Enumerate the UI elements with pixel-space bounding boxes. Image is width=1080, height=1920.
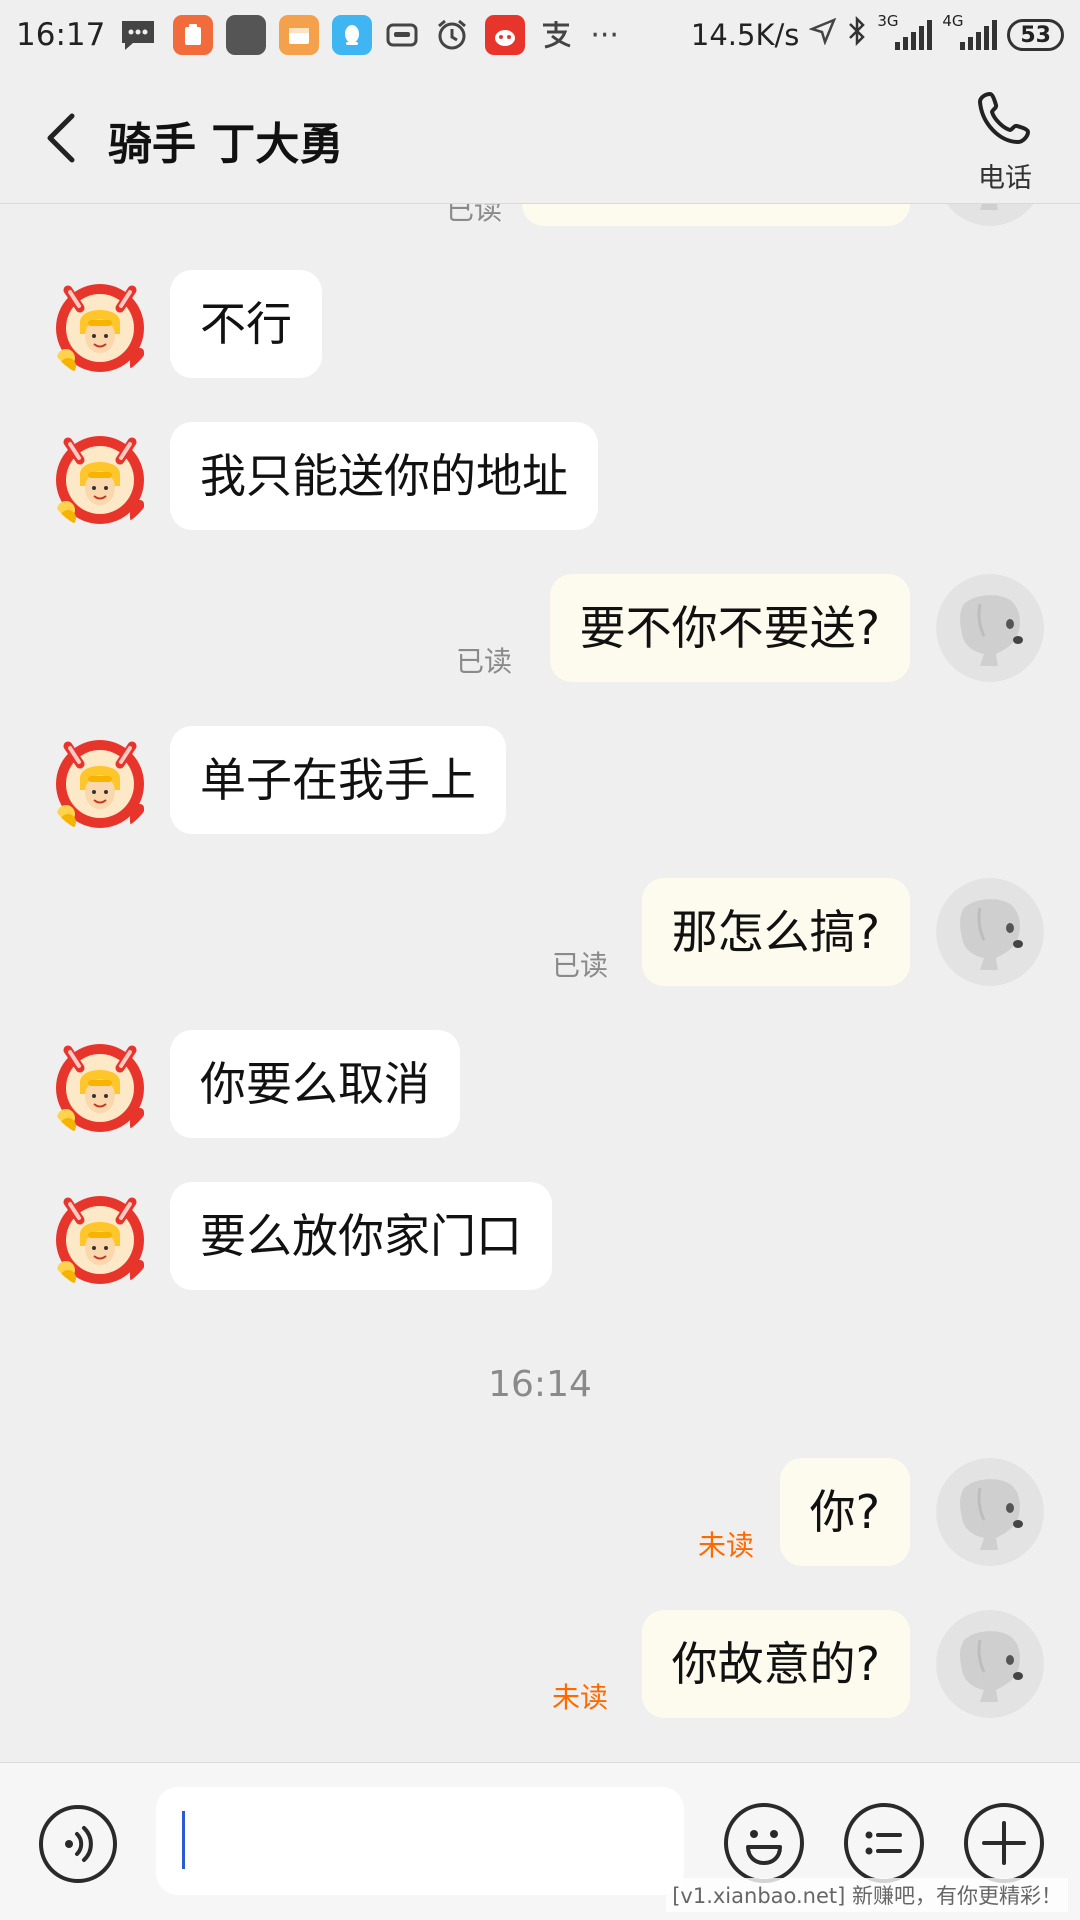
alarm-icon <box>435 18 469 52</box>
sim1-network-type: 3G <box>877 12 899 30</box>
rider-avatar-icon <box>56 284 144 374</box>
input-bar: [v1.xianbao.net] 新赚吧，有你更精彩！ <box>0 1762 1080 1920</box>
dog-avatar-icon <box>936 1458 1044 1566</box>
unread-receipt: 未读 <box>551 1681 608 1714</box>
message-row-outgoing: 未读 你故意的? <box>0 1610 1080 1720</box>
message-row-outgoing: 已读 那怎么搞? <box>0 878 1080 988</box>
emoji-button[interactable] <box>724 1803 804 1883</box>
message-bubble-outgoing[interactable]: 要不你不要送? <box>549 574 910 682</box>
message-icon <box>119 18 157 52</box>
message-bubble-incoming[interactable]: 单子在我手上 <box>170 726 506 834</box>
rider-avatar-icon <box>56 1196 144 1286</box>
message-timestamp: 16:14 <box>488 1364 592 1405</box>
message-row-outgoing: 已读 要不你不要送? <box>0 574 1080 684</box>
status-bar: 16:17 ··· 14.5K/s 3G 4G 53 <box>0 0 1080 70</box>
back-button[interactable] <box>40 110 84 166</box>
message-row-outgoing: 未读 你? <box>0 1458 1080 1568</box>
watermark: [v1.xianbao.net] 新赚吧，有你更精彩！ <box>666 1878 1068 1912</box>
smiley-icon <box>746 1830 782 1865</box>
sim2-network-type: 4G <box>942 12 964 30</box>
qq-icon <box>332 15 373 55</box>
more-options-button[interactable] <box>964 1803 1044 1883</box>
bluetooth-icon <box>847 15 867 55</box>
message-row-incoming: 单子在我手上 <box>0 726 1080 836</box>
voice-button[interactable] <box>39 1805 117 1883</box>
message-row-incoming: 要么放你家门口 <box>0 1182 1080 1292</box>
message-row-incoming: 你要么取消 <box>0 1030 1080 1140</box>
rider-avatar[interactable] <box>46 1182 154 1290</box>
plus-icon <box>982 1821 1026 1865</box>
voice-icon <box>65 1826 93 1862</box>
signal-sim1-icon: 3G <box>877 12 933 50</box>
clipboard-app-icon <box>173 15 214 55</box>
chevron-left-icon <box>47 113 75 163</box>
quick-reply-button[interactable] <box>844 1803 924 1883</box>
my-avatar[interactable] <box>936 1458 1044 1566</box>
battery-level: 53 <box>1020 22 1051 48</box>
message-list[interactable]: 已读 不行 我只能送你的地址 已读 要不你不要送? 单子在我手上 已读 那怎么搞… <box>0 204 1080 1762</box>
status-right: 14.5K/s 3G 4G 53 <box>690 12 1064 55</box>
dark-app-icon <box>226 15 267 55</box>
phone-label: 电话 <box>978 163 1032 194</box>
rider-avatar-icon <box>56 740 144 830</box>
my-avatar[interactable] <box>936 1610 1044 1718</box>
list-icon <box>865 1831 902 1855</box>
read-receipt: 已读 <box>551 949 608 982</box>
alipay-icon <box>538 18 574 52</box>
calendar-app-icon <box>279 15 320 55</box>
message-bubble-outgoing[interactable]: 你? <box>779 1458 910 1566</box>
message-input[interactable] <box>156 1787 684 1895</box>
message-bubble-outgoing[interactable]: 那怎么搞? <box>641 878 910 986</box>
message-row-incoming: 我只能送你的地址 <box>0 422 1080 532</box>
rider-avatar[interactable] <box>46 1030 154 1138</box>
text-cursor <box>182 1811 185 1869</box>
read-receipt: 已读 <box>445 204 502 226</box>
red-app-icon <box>485 15 526 55</box>
message-bubble-outgoing[interactable]: 你故意的? <box>641 1610 910 1718</box>
rider-avatar-icon <box>56 436 144 526</box>
chat-header: 骑手 丁大勇 电话 <box>0 70 1080 204</box>
my-avatar[interactable] <box>936 204 1044 226</box>
read-receipt: 已读 <box>455 645 512 678</box>
status-time: 16:17 <box>16 17 106 53</box>
message-bubble-incoming[interactable]: 你要么取消 <box>170 1030 460 1138</box>
more-notifications-icon: ··· <box>590 17 619 53</box>
message-bubble-outgoing[interactable] <box>522 204 910 226</box>
location-icon <box>808 17 837 53</box>
net-speed: 14.5K/s <box>690 18 800 52</box>
unread-receipt: 未读 <box>697 1529 754 1562</box>
rider-avatar[interactable] <box>46 422 154 530</box>
rider-avatar[interactable] <box>46 270 154 378</box>
rider-avatar[interactable] <box>46 726 154 834</box>
phone-call-button[interactable]: 电话 <box>960 88 1050 195</box>
dog-avatar-icon <box>936 1610 1044 1718</box>
dog-avatar-icon <box>936 878 1044 986</box>
message-row-incoming: 不行 <box>0 270 1080 380</box>
rider-avatar-icon <box>56 1044 144 1134</box>
battery-icon: 53 <box>1007 19 1064 51</box>
page-title: 骑手 丁大勇 <box>108 119 344 170</box>
signal-sim2-icon: 4G <box>942 12 998 50</box>
dog-avatar-icon <box>936 574 1044 682</box>
message-bubble-incoming[interactable]: 我只能送你的地址 <box>170 422 598 530</box>
my-avatar[interactable] <box>936 878 1044 986</box>
phone-icon <box>978 92 1030 144</box>
message-bubble-incoming[interactable]: 要么放你家门口 <box>170 1182 552 1290</box>
vr-icon <box>385 20 419 50</box>
chat-screen: 16:17 ··· 14.5K/s 3G 4G 53 骑手 丁大勇 电话 已读 … <box>0 0 1080 1920</box>
message-bubble-incoming[interactable]: 不行 <box>170 270 322 378</box>
dog-avatar-icon <box>946 204 1034 226</box>
message-row-outgoing: 已读 <box>0 204 1080 228</box>
my-avatar[interactable] <box>936 574 1044 682</box>
